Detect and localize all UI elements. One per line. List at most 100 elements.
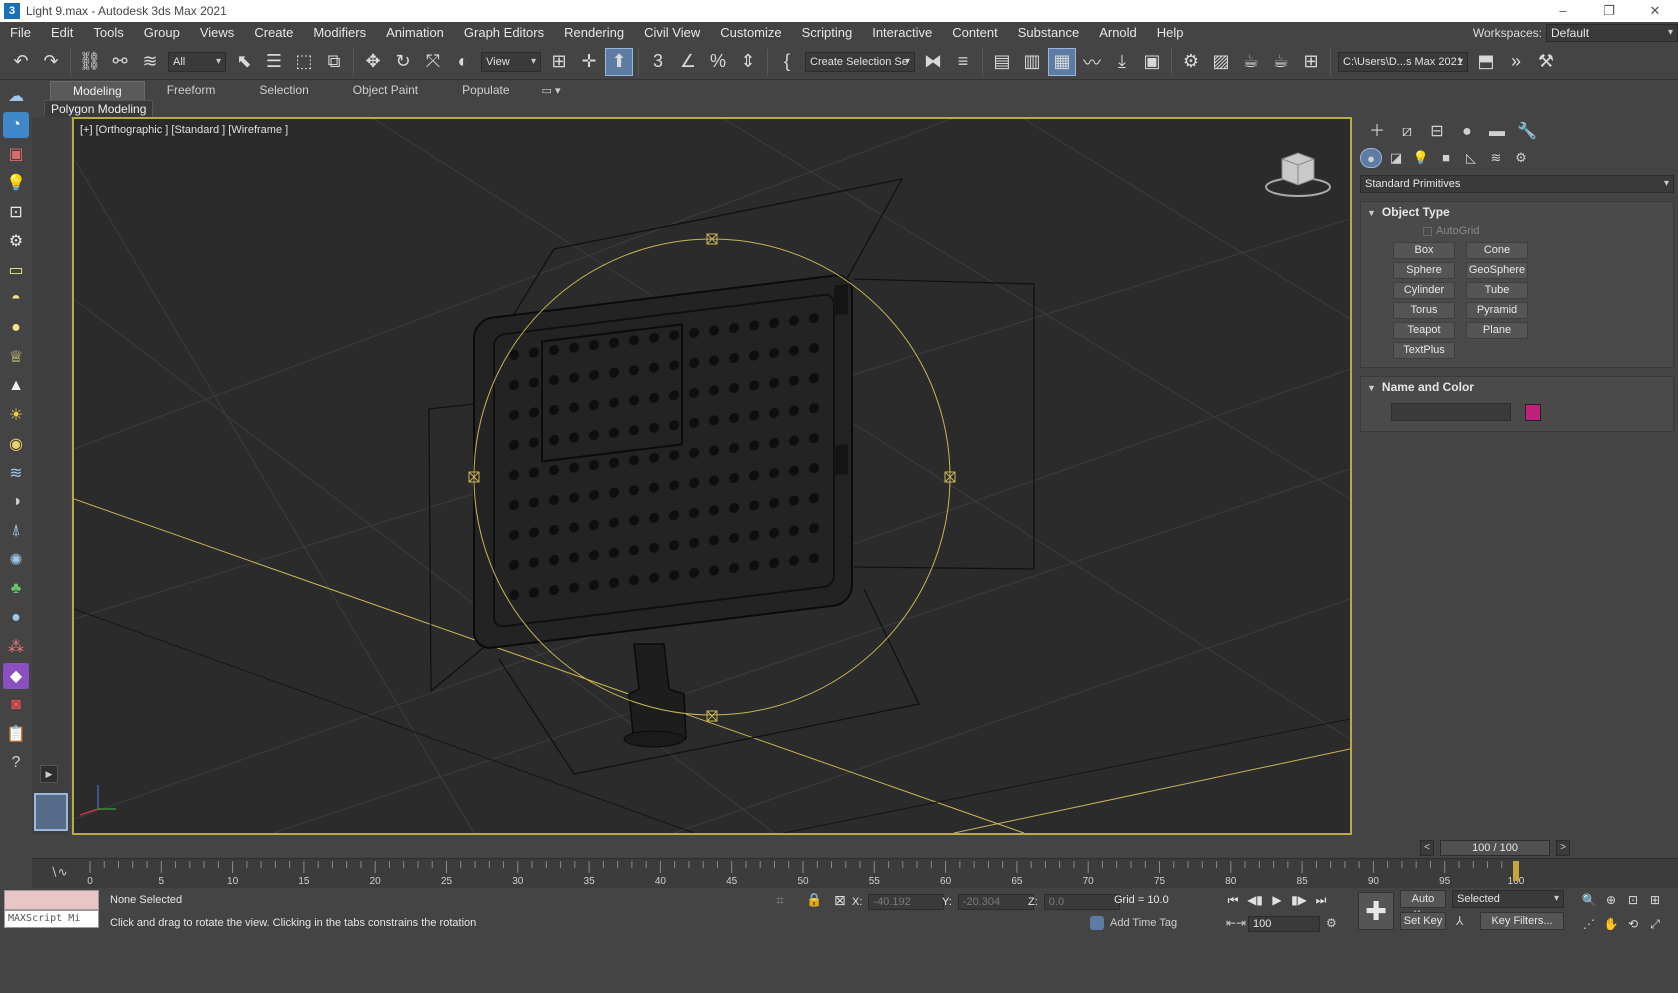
move-icon[interactable]: ✥	[359, 48, 387, 76]
environment-sphere-icon[interactable]: ◉	[3, 431, 29, 457]
material-palette-icon[interactable]: ⁂	[3, 634, 29, 660]
maximize-viewport-icon[interactable]: ⤢	[1644, 914, 1666, 934]
utilities-tab-icon[interactable]: 🔧	[1512, 119, 1542, 145]
isolate-selection-icon[interactable]: ⌗	[776, 892, 784, 909]
viewport-orthographic[interactable]: [+] [Orthographic ] [Standard ] [Wirefra…	[72, 117, 1352, 835]
polygon-modeling-panel[interactable]: Polygon Modeling	[44, 100, 154, 118]
material-sphere-icon[interactable]: ●	[3, 605, 29, 631]
foliage-icon[interactable]: ♣	[3, 576, 29, 602]
hemisphere-icon[interactable]: ◓	[3, 286, 29, 312]
ribbon-options-icon[interactable]: ▭ ▾	[532, 84, 571, 97]
go-to-start-icon[interactable]: ⏮	[1222, 890, 1244, 910]
restore-button[interactable]: ❐	[1586, 0, 1632, 22]
render-iterative-icon[interactable]: ☕	[1267, 48, 1295, 76]
sphere-button[interactable]: Sphere	[1393, 262, 1455, 279]
viewport-label[interactable]: [+] [Orthographic ] [Standard ] [Wirefra…	[80, 124, 288, 136]
box-button[interactable]: Box	[1393, 242, 1455, 259]
teapot-icon[interactable]: ☁	[3, 83, 29, 109]
field-of-view-icon[interactable]: ⋰	[1578, 914, 1600, 934]
set-key-button[interactable]: Set Key	[1400, 912, 1446, 930]
zoom-extents-icon[interactable]: ⊡	[1622, 890, 1644, 910]
menu-tools[interactable]: Tools	[83, 22, 133, 44]
toggle-ribbon-icon[interactable]: ▦	[1048, 47, 1076, 76]
geometry-icon[interactable]: ●	[1360, 148, 1382, 168]
next-frame-button[interactable]: >	[1556, 840, 1570, 856]
menu-help[interactable]: Help	[1147, 22, 1194, 44]
lock-selection-icon[interactable]: 🔒	[806, 892, 822, 908]
bind-space-warp-icon[interactable]: ≋	[136, 48, 164, 76]
orbit-icon[interactable]: ⟲	[1622, 914, 1644, 934]
select-manipulate-icon[interactable]: ✛	[575, 48, 603, 76]
mirror-icon[interactable]: ⧓	[919, 48, 947, 76]
cameras-icon[interactable]: ■	[1435, 148, 1457, 168]
key-mode-icon[interactable]: ⇤⇥	[1226, 916, 1246, 930]
name-and-color-header[interactable]: ▼ Name and Color	[1361, 377, 1673, 397]
project-path-dropdown[interactable]: C:\Users\D...s Max 2021	[1338, 51, 1468, 72]
light-bulb-icon[interactable]: 💡	[3, 170, 29, 196]
cone-icon[interactable]: ▲	[3, 373, 29, 399]
tab-object-paint[interactable]: Object Paint	[331, 81, 440, 99]
menu-content[interactable]: Content	[942, 22, 1008, 44]
pyramid-button[interactable]: Pyramid	[1466, 302, 1528, 319]
menu-interactive[interactable]: Interactive	[862, 22, 942, 44]
menu-rendering[interactable]: Rendering	[554, 22, 634, 44]
link-icon[interactable]: ⛓	[76, 48, 104, 76]
image-plane-icon[interactable]: ▣	[3, 141, 29, 167]
maxscript-mini-listener[interactable]: MAXScript Mi	[4, 910, 99, 928]
space-warps-icon[interactable]: ≋	[1485, 148, 1507, 168]
y-field[interactable]: -20.304	[957, 894, 1034, 910]
sphere-primitive-icon[interactable]: ●	[3, 315, 29, 341]
create-tab-icon[interactable]: ＋	[1362, 119, 1392, 145]
camera-icon[interactable]: ⊡	[3, 199, 29, 225]
object-color-swatch[interactable]	[1525, 403, 1541, 421]
hair-icon[interactable]: ≋	[3, 460, 29, 486]
menu-customize[interactable]: Customize	[710, 22, 791, 44]
unlink-icon[interactable]: ⚯	[106, 48, 134, 76]
render-setup-icon[interactable]: ⚙	[1177, 48, 1205, 76]
menu-create[interactable]: Create	[244, 22, 303, 44]
rect-selection-icon[interactable]: ⬚	[290, 48, 318, 76]
create-shapes-icon[interactable]: ◔	[3, 112, 29, 138]
lights-icon[interactable]: 💡	[1410, 148, 1432, 168]
rendered-frame-window-icon[interactable]: ▨	[1207, 48, 1235, 76]
textplus-button[interactable]: TextPlus	[1393, 342, 1455, 359]
torus-button[interactable]: Torus	[1393, 302, 1455, 319]
plane-primitive-icon[interactable]: ▭	[3, 257, 29, 283]
teapot-button[interactable]: Teapot	[1393, 322, 1455, 339]
fluid-icon[interactable]: ◑	[3, 489, 29, 515]
workspaces-dropdown[interactable]: Default	[1546, 24, 1678, 42]
wrench-icon[interactable]: ⚒	[1532, 48, 1560, 76]
viewport-layout-thumbnail[interactable]	[34, 793, 68, 831]
primitive-category-dropdown[interactable]: Standard Primitives	[1360, 175, 1674, 193]
helper-icon[interactable]: ⚙	[3, 228, 29, 254]
scale-icon[interactable]: ⤧	[419, 48, 447, 76]
tab-freeform[interactable]: Freeform	[145, 81, 238, 99]
close-button[interactable]: ✕	[1632, 0, 1678, 22]
autogrid-checkbox[interactable]: AutoGrid	[1361, 222, 1673, 240]
menu-animation[interactable]: Animation	[376, 22, 454, 44]
key-filters-button[interactable]: Key Filters...	[1480, 912, 1564, 930]
particle-icon[interactable]: ✺	[3, 547, 29, 573]
key-selection-dropdown[interactable]: Selected	[1452, 890, 1564, 908]
pan-icon[interactable]: ✋	[1600, 914, 1622, 934]
physics-icon[interactable]: ⍋	[3, 518, 29, 544]
expand-layout-icon[interactable]: ▶	[40, 765, 58, 783]
motion-tab-icon[interactable]: ●	[1452, 119, 1482, 145]
ref-coord-dropdown[interactable]: View	[481, 51, 541, 72]
project-folder-icon[interactable]: ⬒	[1472, 48, 1500, 76]
curve-editor-icon[interactable]: 〰	[1078, 48, 1106, 76]
align-icon[interactable]: ≡	[949, 48, 977, 76]
select-by-name-icon[interactable]: ☰	[260, 48, 288, 76]
x-field[interactable]: -40.192	[868, 894, 945, 910]
cone-button[interactable]: Cone	[1466, 242, 1528, 259]
z-field[interactable]: 0.0	[1043, 894, 1120, 910]
previous-frame-icon[interactable]: ◀▮	[1244, 890, 1266, 910]
render-production-icon[interactable]: ☕	[1237, 48, 1265, 76]
systems-icon[interactable]: ⚙	[1510, 148, 1532, 168]
zoom-all-icon[interactable]: ⊕	[1600, 890, 1622, 910]
help-icon[interactable]: ?	[3, 750, 29, 776]
menu-substance[interactable]: Substance	[1008, 22, 1089, 44]
time-slider-thumb[interactable]: 100 / 100	[1440, 840, 1550, 856]
menu-scripting[interactable]: Scripting	[792, 22, 863, 44]
tab-populate[interactable]: Populate	[440, 81, 531, 99]
